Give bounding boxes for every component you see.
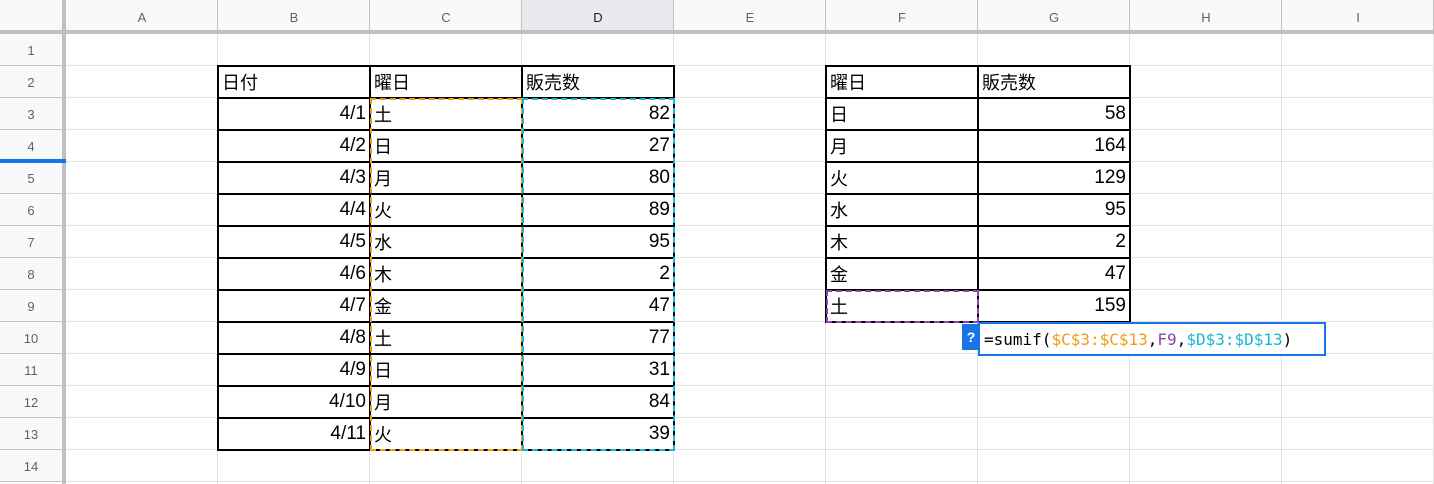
table1-date-cell[interactable]: 4/4 xyxy=(218,194,370,226)
table1-date-cell[interactable]: 4/2 xyxy=(218,130,370,162)
header-hline xyxy=(0,417,62,418)
column-header-g[interactable]: G xyxy=(978,0,1130,34)
formula-token: $C$3:$C$13 xyxy=(1051,329,1148,349)
formula-token: , xyxy=(1176,329,1187,349)
table1-border-h xyxy=(217,65,675,67)
table2-sum-cell[interactable]: 159 xyxy=(978,290,1130,322)
active-row-indicator xyxy=(0,159,66,163)
select-all-corner[interactable] xyxy=(0,0,66,34)
row-header-11[interactable]: 11 xyxy=(0,354,62,386)
row-header-8[interactable]: 8 xyxy=(0,258,62,290)
header-vline xyxy=(977,0,978,34)
header-hline xyxy=(0,193,62,194)
table2-border-h xyxy=(825,129,1131,131)
header-vline xyxy=(369,0,370,34)
row-header-4[interactable]: 4 xyxy=(0,130,62,162)
column-header-i[interactable]: I xyxy=(1282,0,1434,34)
table2-border-h xyxy=(825,65,1131,67)
row-header-3[interactable]: 3 xyxy=(0,98,62,130)
range-highlight-c3-c13 xyxy=(370,98,523,451)
row-header-9[interactable]: 9 xyxy=(0,290,62,322)
formula-token: , xyxy=(1147,329,1158,349)
header-hline xyxy=(0,481,62,482)
table2-sum-cell[interactable]: 58 xyxy=(978,98,1130,130)
table2-sum-cell[interactable]: 47 xyxy=(978,258,1130,290)
table1-date-cell[interactable]: 4/1 xyxy=(218,98,370,130)
header-vline xyxy=(1129,0,1130,34)
header-hline xyxy=(0,129,62,130)
table1-date-cell[interactable]: 4/9 xyxy=(218,354,370,386)
formula-token: =sumif( xyxy=(984,329,1052,349)
column-header-c[interactable]: C xyxy=(370,0,522,34)
table2-weekday-cell[interactable]: 水 xyxy=(826,194,978,226)
table2-border-h xyxy=(825,161,1131,163)
table2-border-h xyxy=(825,193,1131,195)
column-header-b[interactable]: B xyxy=(218,0,370,34)
table1-date-cell[interactable]: 4/10 xyxy=(218,386,370,418)
row-header-13[interactable]: 13 xyxy=(0,418,62,450)
column-header-h[interactable]: H xyxy=(1130,0,1282,34)
header-hline xyxy=(0,321,62,322)
table2-weekday-cell[interactable]: 日 xyxy=(826,98,978,130)
table2-sum-cell[interactable]: 164 xyxy=(978,130,1130,162)
formula-editor[interactable]: =sumif($C$3:$C$13, F9, $D$3:$D$13) xyxy=(978,322,1326,356)
row-header-border xyxy=(62,0,66,484)
table2-weekday-cell[interactable]: 木 xyxy=(826,226,978,258)
grid-hline xyxy=(66,481,1434,482)
column-header-a[interactable]: A xyxy=(66,0,218,34)
header-vline xyxy=(673,0,674,34)
table2-border-h xyxy=(825,97,1131,99)
header-vline xyxy=(1281,0,1282,34)
table1-date-cell[interactable]: 4/5 xyxy=(218,226,370,258)
header-hline xyxy=(0,449,62,450)
row-header-5[interactable]: 5 xyxy=(0,162,62,194)
table2-sum-cell[interactable]: 129 xyxy=(978,162,1130,194)
table1-date-cell[interactable]: 4/8 xyxy=(218,322,370,354)
row-header-7[interactable]: 7 xyxy=(0,226,62,258)
header-hline xyxy=(0,97,62,98)
header-hline xyxy=(0,385,62,386)
header-hline xyxy=(0,225,62,226)
table2-weekday-cell[interactable]: 金 xyxy=(826,258,978,290)
header-hline xyxy=(0,65,62,66)
table1-date-cell[interactable]: 4/11 xyxy=(218,418,370,450)
column-header-d[interactable]: D xyxy=(522,0,674,34)
spreadsheet-grid[interactable]: A B C D E F G H I 1 2 3 4 5 6 7 8 9 10 11 12 13 14 日付 曜日 販売数 4/1 土 8… xyxy=(0,0,1434,484)
column-header-e[interactable]: E xyxy=(674,0,826,34)
table2-weekday-cell[interactable]: 火 xyxy=(826,162,978,194)
formula-token: ) xyxy=(1282,329,1293,349)
header-vline xyxy=(521,0,522,34)
row-header-10[interactable]: 10 xyxy=(0,322,62,354)
header-vline xyxy=(825,0,826,34)
header-hline xyxy=(0,353,62,354)
table1-header-cell[interactable]: 日付 xyxy=(218,66,370,98)
header-vline xyxy=(217,0,218,34)
table2-header-cell[interactable]: 販売数 xyxy=(978,66,1130,98)
formula-token: F9 xyxy=(1157,329,1177,349)
header-hline xyxy=(0,289,62,290)
table2-sum-cell[interactable]: 95 xyxy=(978,194,1130,226)
row-header-14[interactable]: 14 xyxy=(0,450,62,482)
row-header-1[interactable]: 1 xyxy=(0,34,62,66)
table2-border-h xyxy=(825,257,1131,259)
table2-weekday-cell[interactable]: 月 xyxy=(826,130,978,162)
formula-token: $D$3:$D$13 xyxy=(1186,329,1283,349)
table1-date-cell[interactable]: 4/3 xyxy=(218,162,370,194)
table2-sum-cell[interactable]: 2 xyxy=(978,226,1130,258)
table1-date-cell[interactable]: 4/7 xyxy=(218,290,370,322)
row-header-12[interactable]: 12 xyxy=(0,386,62,418)
row-header-2[interactable]: 2 xyxy=(0,66,62,98)
table1-date-cell[interactable]: 4/6 xyxy=(218,258,370,290)
column-header-f[interactable]: F xyxy=(826,0,978,34)
range-highlight-f9 xyxy=(826,290,979,323)
range-highlight-d3-d13 xyxy=(522,98,675,451)
row-header-6[interactable]: 6 xyxy=(0,194,62,226)
column-header-border xyxy=(0,30,1434,34)
table1-header-cell[interactable]: 販売数 xyxy=(522,66,674,98)
table1-header-cell[interactable]: 曜日 xyxy=(370,66,522,98)
table2-border-h xyxy=(825,225,1131,227)
header-hline xyxy=(0,257,62,258)
table2-header-cell[interactable]: 曜日 xyxy=(826,66,978,98)
